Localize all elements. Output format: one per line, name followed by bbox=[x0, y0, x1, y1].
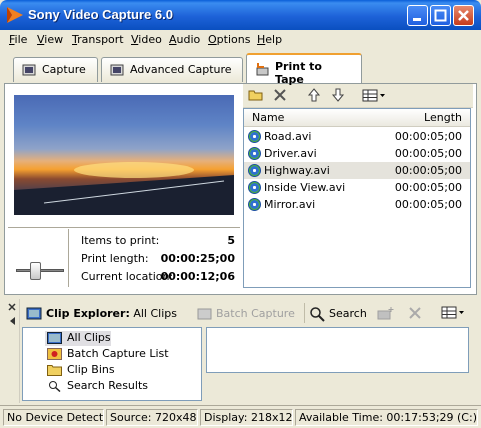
status-bar: No Device Detected Source: 720x480 Displ… bbox=[0, 405, 481, 428]
remove-button[interactable] bbox=[271, 87, 289, 105]
device-status: No Device Detected bbox=[3, 409, 104, 426]
current-location-label: Current location: bbox=[81, 270, 174, 283]
batch-capture-button[interactable]: Batch Capture bbox=[194, 303, 299, 323]
search-icon bbox=[310, 307, 325, 322]
column-length-header[interactable]: Length bbox=[424, 111, 462, 124]
tab-print-to-tape-label: Print to Tape bbox=[275, 60, 322, 86]
tree-item-clip-bins[interactable]: Clip Bins bbox=[45, 363, 115, 378]
all-clips-icon bbox=[47, 332, 62, 344]
media-file-icon bbox=[248, 147, 261, 160]
print-length-label: Print length: bbox=[81, 252, 149, 265]
menu-view[interactable]: View bbox=[37, 33, 63, 46]
menu-help[interactable]: Help bbox=[257, 33, 282, 46]
batch-list-icon bbox=[47, 348, 62, 360]
minimize-icon bbox=[413, 18, 421, 21]
arrow-up-icon bbox=[307, 88, 321, 102]
explorer-dock-handle[interactable] bbox=[4, 299, 20, 403]
arrow-down-icon bbox=[331, 88, 345, 102]
list-item-selected[interactable]: Highway.avi 00:00:05;00 bbox=[244, 162, 470, 179]
tab-advanced-capture-label: Advanced Capture bbox=[130, 63, 232, 76]
folder-icon bbox=[47, 365, 62, 376]
delete-icon[interactable] bbox=[407, 305, 423, 321]
source-resolution: Source: 720x480 bbox=[106, 409, 198, 426]
grid-view-icon bbox=[362, 89, 385, 102]
tab-print-to-tape[interactable]: Print to Tape bbox=[246, 53, 362, 86]
menu-file[interactable]: File bbox=[9, 33, 27, 46]
minimize-button[interactable] bbox=[407, 5, 428, 26]
capture-icon bbox=[22, 64, 36, 76]
advanced-capture-icon bbox=[110, 64, 124, 76]
tab-capture[interactable]: Capture bbox=[13, 57, 98, 82]
move-down-button[interactable] bbox=[329, 87, 347, 105]
items-to-print-label: Items to print: bbox=[81, 234, 160, 247]
sony-app-icon bbox=[7, 7, 23, 23]
tab-advanced-capture[interactable]: Advanced Capture bbox=[101, 57, 243, 82]
tree-item-batch-capture-list[interactable]: Batch Capture List bbox=[45, 347, 169, 362]
column-name-header[interactable]: Name bbox=[252, 111, 284, 124]
display-resolution: Display: 218x120 bbox=[200, 409, 293, 426]
available-time: Available Time: 00:17:53;29 (C:) bbox=[295, 409, 478, 426]
list-item[interactable]: Mirror.avi 00:00:05;00 bbox=[244, 196, 470, 213]
media-file-icon bbox=[248, 181, 261, 194]
menu-options[interactable]: Options bbox=[208, 33, 250, 46]
items-to-print-value: 5 bbox=[227, 234, 235, 247]
tree-item-search-results[interactable]: Search Results bbox=[45, 379, 148, 394]
window-title: Sony Video Capture 6.0 bbox=[28, 7, 173, 22]
view-mode-button[interactable] bbox=[361, 87, 387, 105]
delete-icon bbox=[274, 89, 286, 101]
current-location-value: 00:00:12;06 bbox=[160, 270, 235, 283]
clip-tree[interactable]: All Clips Batch Capture List Clip Bins S… bbox=[22, 327, 202, 401]
list-item[interactable]: Driver.avi 00:00:05;00 bbox=[244, 145, 470, 162]
print-list[interactable]: Name Length Road.avi 00:00:05;00 Driver.a… bbox=[243, 108, 471, 288]
clip-contents-pane[interactable] bbox=[206, 327, 469, 373]
media-file-icon bbox=[248, 130, 261, 143]
open-folder-icon bbox=[248, 90, 263, 101]
stats-divider bbox=[68, 229, 69, 287]
preview-highway-image bbox=[14, 162, 234, 215]
close-button[interactable] bbox=[453, 5, 474, 26]
open-folder-button[interactable] bbox=[247, 87, 265, 105]
list-header: Name Length bbox=[244, 109, 470, 127]
print-length-value: 00:00:25;00 bbox=[160, 252, 235, 265]
search-button[interactable]: Search bbox=[304, 303, 367, 323]
tab-capture-label: Capture bbox=[42, 63, 86, 76]
search-results-icon bbox=[49, 381, 61, 392]
print-to-tape-icon bbox=[256, 63, 269, 76]
new-bin-icon[interactable] bbox=[377, 305, 395, 321]
menu-audio[interactable]: Audio bbox=[169, 33, 200, 46]
list-item[interactable]: Road.avi 00:00:05;00 bbox=[244, 128, 470, 145]
tab-strip: Capture Advanced Capture Print to Tape bbox=[0, 50, 481, 86]
media-file-icon bbox=[248, 164, 261, 177]
move-up-button[interactable] bbox=[305, 87, 323, 105]
volume-slider-thumb[interactable] bbox=[30, 262, 41, 280]
media-file-icon bbox=[248, 198, 261, 211]
maximize-button[interactable] bbox=[430, 5, 451, 26]
close-pane-icon[interactable] bbox=[6, 301, 20, 331]
maximize-icon bbox=[434, 9, 447, 22]
list-item[interactable]: Inside View.avi 00:00:05;00 bbox=[244, 179, 470, 196]
grid-view-icon[interactable] bbox=[440, 305, 466, 321]
video-preview bbox=[14, 95, 234, 215]
close-icon bbox=[458, 10, 469, 21]
explorer-toolbar: Clip Explorer: All Clips Batch Capture S… bbox=[22, 301, 475, 325]
menu-transport[interactable]: Transport bbox=[72, 33, 124, 46]
menu-bar: File View Transport Video Audio Options … bbox=[0, 30, 481, 50]
tree-item-all-clips[interactable]: All Clips bbox=[45, 331, 111, 346]
explorer-title: Clip Explorer: All Clips bbox=[46, 307, 177, 320]
batch-capture-icon bbox=[197, 308, 212, 320]
print-stats: Items to print: 5 Print length: 00:00:25… bbox=[8, 227, 240, 289]
clip-explorer-icon bbox=[26, 307, 42, 320]
print-list-toolbar bbox=[243, 84, 473, 108]
menu-video[interactable]: Video bbox=[131, 33, 162, 46]
title-bar: Sony Video Capture 6.0 bbox=[0, 0, 481, 30]
